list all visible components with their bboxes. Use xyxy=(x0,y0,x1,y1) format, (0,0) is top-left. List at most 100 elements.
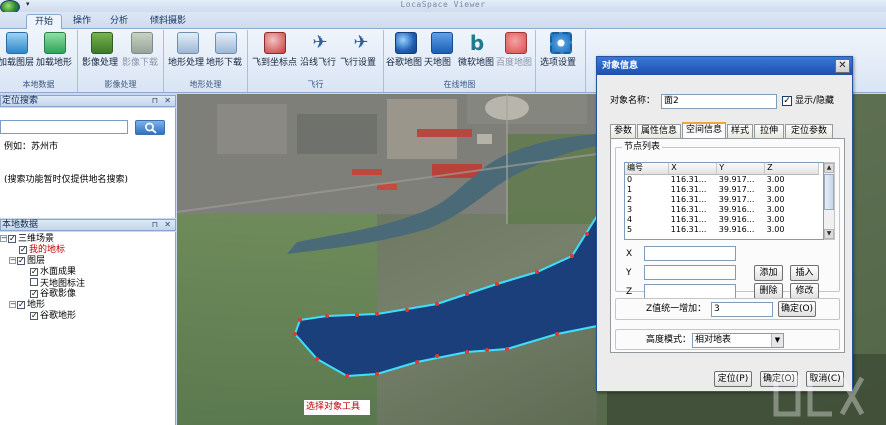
close-icon[interactable]: ✕ xyxy=(835,59,850,73)
tree-node-label: 我的地标 xyxy=(29,245,66,255)
insert-button[interactable]: 插入 xyxy=(790,265,819,281)
tab-params[interactable]: 参数 xyxy=(610,124,636,138)
tianditu-button[interactable]: 天地图 xyxy=(424,32,460,74)
tree-node-label: 图层 xyxy=(27,256,46,266)
table-row[interactable]: 5 116.31... 39.916... 3.00 xyxy=(625,225,819,235)
watermark-logo xyxy=(773,375,865,417)
collapse-icon[interactable]: − xyxy=(9,257,16,264)
cell-y: 39.916... xyxy=(718,204,755,214)
tree-node-google-terrain[interactable]: ✓ 谷歌地形 xyxy=(30,311,76,322)
search-button[interactable] xyxy=(135,120,165,135)
column-header[interactable]: X xyxy=(668,163,718,175)
column-header[interactable]: 编号 xyxy=(625,163,670,175)
tree-node-my-landmarks[interactable]: ✓ 我的地标 xyxy=(19,245,65,256)
object-name-label: 对象名称： xyxy=(610,96,656,106)
image-process-button[interactable]: 影像处理 xyxy=(82,32,122,74)
checkbox-unchecked-icon[interactable] xyxy=(30,278,38,286)
pin-icon[interactable]: ⊓ xyxy=(152,220,158,230)
bing-map-button[interactable]: b 微软地图 xyxy=(458,32,496,74)
ribbon-tab-bar: 开始 操作 分析 倾斜摄影 xyxy=(0,12,886,29)
checkbox-checked-icon[interactable]: ✓ xyxy=(30,268,38,276)
pin-icon[interactable]: ⊓ xyxy=(152,96,158,106)
table-row[interactable]: 1 116.31... 39.917... 3.00 xyxy=(625,185,819,195)
column-header[interactable]: Z xyxy=(764,163,819,175)
tab-oblique-photo[interactable]: 倾斜摄影 xyxy=(142,14,194,29)
tab-spatial-info[interactable]: 空间信息 xyxy=(682,122,726,139)
close-icon[interactable]: ✕ xyxy=(164,220,171,230)
table-row[interactable]: 4 116.31... 39.916... 3.00 xyxy=(625,215,819,225)
checkbox-checked-icon[interactable]: ✓ xyxy=(19,246,27,254)
baidu-map-button[interactable]: 百度地图 xyxy=(496,32,536,74)
group-online-map: 谷歌地图 天地图 b 微软地图 百度地图 在线地图 xyxy=(384,30,536,92)
object-name-input[interactable]: 面2 xyxy=(661,94,777,109)
cell-x: 116.31... xyxy=(670,174,707,184)
tree-node-water-result[interactable]: ✓ 水面成果 xyxy=(30,267,76,278)
scroll-down-icon[interactable]: ▼ xyxy=(824,229,834,239)
y-input[interactable] xyxy=(644,265,736,280)
search-icon xyxy=(145,122,157,134)
tree-node-google-imagery[interactable]: ✓ 谷歌影像 xyxy=(30,289,76,300)
table-row[interactable]: 2 116.31... 39.917... 3.00 xyxy=(625,195,819,205)
close-icon[interactable]: ✕ xyxy=(164,96,171,106)
cell-y: 39.917... xyxy=(718,184,755,194)
load-terrain-button[interactable]: 加载地形 xyxy=(36,32,74,74)
cell-x: 116.31... xyxy=(670,194,707,204)
fly-to-coord-button[interactable]: 飞到坐标点 xyxy=(252,32,298,74)
terrain-process-icon xyxy=(177,32,199,54)
tab-operate[interactable]: 操作 xyxy=(66,14,98,29)
modify-button[interactable]: 修改 xyxy=(790,283,819,299)
checkbox-checked-icon[interactable]: ✓ xyxy=(17,257,25,265)
tree-node-scene[interactable]: − ✓ 三维场景 xyxy=(0,234,54,245)
collapse-icon[interactable]: − xyxy=(9,301,16,308)
chevron-down-icon[interactable]: ▼ xyxy=(771,334,783,347)
terrain-download-button[interactable]: 地形下载 xyxy=(206,32,246,74)
load-layer-button[interactable]: 加载图层 xyxy=(0,32,36,74)
checkbox-checked-icon[interactable]: ✓ xyxy=(782,96,792,106)
delete-button[interactable]: 删除 xyxy=(754,283,783,299)
cell-id: 1 xyxy=(627,184,633,194)
flight-settings-button[interactable]: ✈ 飞行设置 xyxy=(340,32,382,74)
tab-location-params[interactable]: 定位参数 xyxy=(785,124,833,138)
search-input[interactable] xyxy=(0,120,128,134)
scroll-up-icon[interactable]: ▲ xyxy=(824,163,834,173)
bing-icon: b xyxy=(469,31,485,55)
tree-node-label: 三维场景 xyxy=(18,234,55,244)
tree-node-terrain[interactable]: − ✓ 地形 xyxy=(9,300,45,311)
checkbox-checked-icon[interactable]: ✓ xyxy=(30,290,38,298)
terrain-download-label: 地形下载 xyxy=(206,58,243,68)
tab-start[interactable]: 开始 xyxy=(26,14,62,29)
x-input[interactable] xyxy=(644,246,736,261)
node-table-scrollbar[interactable]: ▲ ▼ xyxy=(824,162,835,240)
dialog-title-bar[interactable]: 对象信息 xyxy=(597,57,852,75)
terrain-process-button[interactable]: 地形处理 xyxy=(168,32,208,74)
fly-along-line-button[interactable]: ✈ 沿线飞行 xyxy=(300,32,340,74)
table-row[interactable]: 3 116.31... 39.916... 3.00 xyxy=(625,205,819,215)
tab-analyze[interactable]: 分析 xyxy=(102,14,136,29)
tab-extrude[interactable]: 拉伸 xyxy=(754,124,784,138)
confirm-z-button[interactable]: 确定(O) xyxy=(778,301,816,317)
table-row[interactable]: 0 116.31... 39.917... 3.00 xyxy=(625,174,819,185)
checkbox-checked-icon[interactable]: ✓ xyxy=(17,301,25,309)
tree-node-label: 地形 xyxy=(27,300,46,310)
locate-button[interactable]: 定位(P) xyxy=(714,371,752,387)
google-map-button[interactable]: 谷歌地图 xyxy=(386,32,426,74)
column-header[interactable]: Y xyxy=(716,163,766,175)
scroll-thumb[interactable] xyxy=(824,174,834,210)
tree-node-layers[interactable]: − ✓ 图层 xyxy=(9,256,45,267)
tree-node-tianditu-labels[interactable]: 天地图标注 xyxy=(30,278,85,289)
checkbox-checked-icon[interactable]: ✓ xyxy=(8,235,16,243)
z-increase-input[interactable]: 3 xyxy=(711,302,773,317)
height-mode-label: 高度模式： xyxy=(646,335,692,345)
y-label: Y xyxy=(626,268,632,278)
image-download-button[interactable]: 影像下载 xyxy=(122,32,162,74)
tab-attributes[interactable]: 属性信息 xyxy=(637,124,681,138)
add-button[interactable]: 添加 xyxy=(754,265,783,281)
checkbox-checked-icon[interactable]: ✓ xyxy=(30,312,38,320)
options-settings-button[interactable]: 选项设置 xyxy=(540,32,582,74)
z-input[interactable] xyxy=(644,284,736,299)
search-panel-title: 定位搜索 xyxy=(2,96,39,106)
cell-x: 116.31... xyxy=(670,184,707,194)
collapse-icon[interactable]: − xyxy=(0,235,7,242)
tab-style[interactable]: 样式 xyxy=(727,124,753,138)
height-mode-select[interactable]: 相对地表 ▼ xyxy=(692,333,784,348)
